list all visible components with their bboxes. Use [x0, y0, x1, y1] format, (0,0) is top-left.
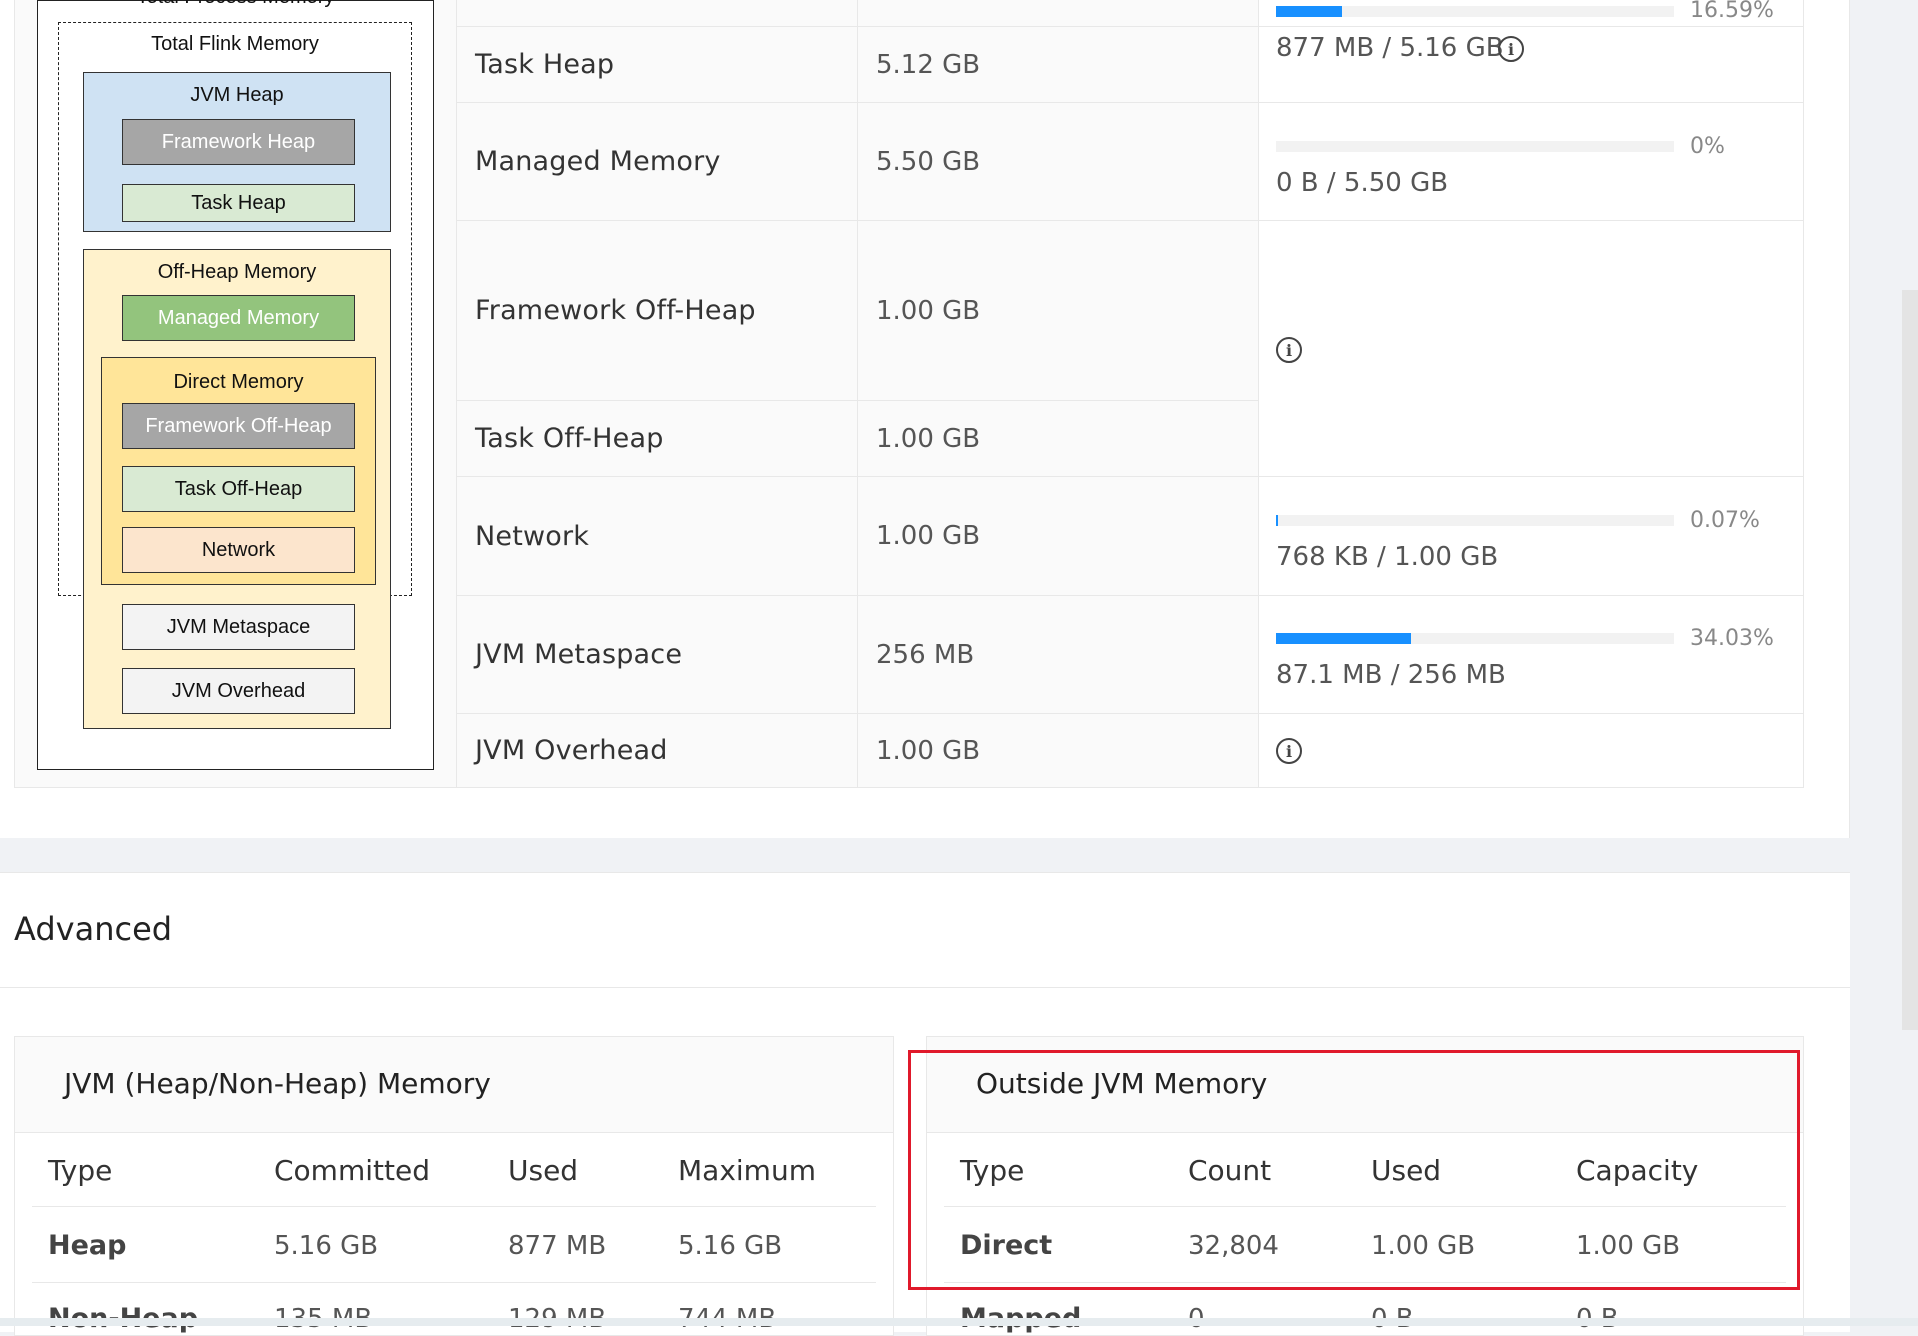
progress-percent: 0%: [1690, 134, 1725, 159]
diagram-total-process-label: Total Process Memory: [37, 0, 434, 9]
progress-bar: [1276, 633, 1674, 644]
info-icon[interactable]: i: [1276, 337, 1302, 363]
row-task-off-heap-value: 1.00 GB: [858, 401, 1259, 477]
diagram-framework-heap-box: Framework Heap: [122, 119, 355, 165]
progress-percent: 16.59%: [1690, 0, 1774, 23]
diagram-jvm-overhead-box: JVM Overhead: [122, 668, 355, 714]
row-jvm-metaspace-name: JVM Metaspace: [457, 596, 858, 714]
highlight-annotation: [908, 1050, 1800, 1290]
divider: [0, 987, 1850, 988]
progress-bar: [1276, 141, 1674, 152]
table-row: [858, 0, 1259, 27]
jvm-col-used: Used: [508, 1154, 579, 1187]
info-icon[interactable]: i: [1276, 738, 1302, 764]
row-managed-memory-usage: [1259, 103, 1804, 221]
diagram-task-off-heap-box: Task Off-Heap: [122, 466, 355, 512]
progress-bar-fill: [1276, 6, 1343, 17]
diagram-jvm-metaspace-box: JVM Metaspace: [122, 604, 355, 650]
advanced-title: Advanced: [14, 910, 173, 948]
jvm-col-committed: Committed: [274, 1154, 430, 1187]
diagram-framework-off-heap-box: Framework Off-Heap: [122, 403, 355, 449]
diagram-network-box: Network: [122, 527, 355, 573]
bottom-strip: [0, 1318, 1918, 1326]
divider: [32, 1282, 876, 1283]
row-network-usage: [1259, 477, 1804, 596]
diagram-jvm-heap-label: JVM Heap: [190, 84, 284, 106]
jvm-row-heap-used: 877 MB: [508, 1231, 607, 1261]
row-jvm-overhead-value: 1.00 GB: [858, 714, 1259, 788]
table-row: [457, 0, 858, 27]
row-managed-memory-value: 5.50 GB: [858, 103, 1259, 221]
progress-bar-fill: [1276, 515, 1278, 526]
jvm-row-heap-type: Heap: [48, 1230, 127, 1261]
row-framework-off-heap-name: Framework Off-Heap: [457, 221, 858, 401]
progress-bar-fill: [1276, 633, 1412, 644]
jvm-row-heap-maximum: 5.16 GB: [678, 1231, 783, 1261]
diagram-task-heap-box: Task Heap: [122, 184, 355, 222]
info-icon[interactable]: i: [1498, 36, 1524, 62]
usage-text: 0 B / 5.50 GB: [1276, 168, 1449, 198]
row-direct-memory-usage: [1259, 221, 1804, 477]
row-task-heap-name: Task Heap: [457, 27, 858, 103]
divider: [32, 1206, 876, 1207]
usage-text: 768 KB / 1.00 GB: [1276, 542, 1499, 572]
row-task-off-heap-name: Task Off-Heap: [457, 401, 858, 477]
progress-bar: [1276, 515, 1674, 526]
diagram-managed-memory-box: Managed Memory: [122, 295, 355, 341]
jvm-row-heap-committed: 5.16 GB: [274, 1231, 379, 1261]
row-task-heap-value: 5.12 GB: [858, 27, 1259, 103]
jvm-col-type: Type: [48, 1154, 113, 1187]
progress-percent: 34.03%: [1690, 626, 1774, 651]
row-framework-off-heap-value: 1.00 GB: [858, 221, 1259, 401]
diagram-direct-memory-label: Direct Memory: [173, 371, 304, 393]
progress-percent: 0.07%: [1690, 508, 1760, 533]
row-jvm-metaspace-value: 256 MB: [858, 596, 1259, 714]
jvm-memory-title: JVM (Heap/Non-Heap) Memory: [64, 1067, 491, 1100]
diagram-total-flink-label: Total Flink Memory: [151, 33, 319, 55]
progress-bar: [1276, 6, 1674, 17]
row-network-value: 1.00 GB: [858, 477, 1259, 596]
diagram-off-heap-label: Off-Heap Memory: [157, 261, 317, 283]
row-jvm-overhead-usage: [1259, 714, 1804, 788]
row-jvm-overhead-name: JVM Overhead: [457, 714, 858, 788]
row-jvm-metaspace-usage: [1259, 596, 1804, 714]
usage-text: 877 MB / 5.16 GB: [1276, 33, 1504, 63]
usage-text: 87.1 MB / 256 MB: [1276, 660, 1506, 690]
scrollbar[interactable]: [1902, 290, 1918, 1030]
memory-table: Task Heap 5.12 GB Managed Memory 5.50 GB…: [456, 0, 1804, 788]
row-network-name: Network: [457, 477, 858, 596]
row-managed-memory-name: Managed Memory: [457, 103, 858, 221]
jvm-col-maximum: Maximum: [678, 1154, 816, 1187]
